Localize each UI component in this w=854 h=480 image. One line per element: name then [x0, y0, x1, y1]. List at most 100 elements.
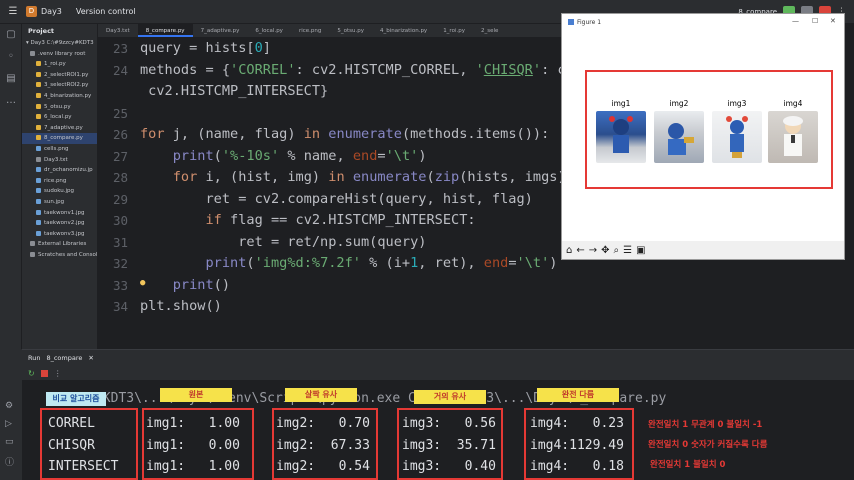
project-file-name: 8_compare.py [44, 135, 83, 142]
pan-icon[interactable]: ✥ [601, 245, 609, 256]
more-tools-icon[interactable]: … [0, 90, 22, 112]
more-actions-icon[interactable]: ⋮ [54, 369, 62, 378]
project-file-item[interactable]: sun.jpg [22, 197, 97, 208]
project-file-item[interactable]: 8_compare.py [22, 133, 97, 144]
project-file-item[interactable]: 3_selectROI2.py [22, 80, 97, 91]
zoom-icon[interactable]: ⌕ [614, 245, 620, 256]
img2-robot-image [654, 111, 704, 163]
project-file-item[interactable]: Scratches and Consol [22, 250, 97, 261]
project-switcher[interactable]: Day3 [41, 7, 62, 16]
close-icon[interactable]: ✕ [830, 17, 836, 25]
code-content[interactable]: query = hists[0] methods = {'CORREL': cv… [140, 38, 574, 314]
editor-tab[interactable]: Day3.txt [98, 24, 138, 37]
home-icon[interactable]: ⌂ [566, 245, 572, 256]
project-root[interactable]: ▾ Day3 C:\#9zzcy#KDT3 [22, 38, 97, 49]
back-icon[interactable]: ← [576, 245, 584, 256]
structure-icon[interactable]: ▤ [0, 68, 22, 90]
figure-app-icon [568, 19, 574, 25]
save-icon[interactable]: ▣ [636, 245, 645, 256]
file-icon [36, 230, 41, 236]
project-file-name: sun.jpg [44, 198, 65, 205]
img1-robot-image [596, 111, 646, 163]
bottom-tool-strip: ⚙ ▷ ▭ ⓘ [0, 349, 22, 480]
figure-title-bar: Figure 1 — ☐ ✕ [562, 14, 844, 30]
label-different: 완전 다름 [537, 388, 619, 402]
project-file-name: cells.png [44, 145, 69, 152]
vcs-menu[interactable]: Version control [76, 7, 136, 16]
label-algorithm: 비교 알고리즘 [46, 392, 106, 406]
img4-label: img4 [783, 99, 803, 108]
project-file-item[interactable]: 6_local.py [22, 112, 97, 123]
run-config-tab[interactable]: 8_compare [46, 354, 82, 362]
problems-icon[interactable]: ⓘ [5, 455, 14, 468]
lightbulb-icon[interactable]: ● [140, 278, 145, 288]
file-icon [30, 50, 35, 56]
img3-label: img3 [727, 99, 747, 108]
project-file-item[interactable]: taekwonv3.jpg [22, 229, 97, 240]
project-file-item[interactable]: cells.png [22, 144, 97, 155]
code-editor[interactable]: 23 24 25 26 27 28 29 30 31 32 33 34 query = hists[0… [98, 38, 574, 349]
stop-run-icon[interactable] [40, 369, 48, 377]
project-file-item[interactable]: Day3.txt [22, 155, 97, 166]
editor-tab[interactable]: 4_binarization.py [372, 24, 435, 37]
project-file-name: Scratches and Consol [38, 251, 97, 258]
terminal-icon[interactable]: ▭ [5, 437, 14, 447]
project-file-name: 7_adaptive.py [44, 124, 83, 131]
line-number: 24 [112, 62, 128, 78]
line-number: 34 [112, 299, 128, 314]
project-panel-title[interactable]: Project [22, 24, 97, 38]
project-file-item[interactable]: External Libraries [22, 239, 97, 250]
project-panel: Project ▾ Day3 C:\#9zzcy#KDT3 .venv libr… [22, 24, 98, 349]
project-file-item[interactable]: .venv library root [22, 49, 97, 60]
project-file-name: 3_selectROI2.py [44, 82, 89, 89]
project-file-name: 5_otsu.py [44, 103, 71, 110]
label-almost-similar: 거의 유사 [414, 390, 486, 404]
editor-tab[interactable]: 7_adaptive.py [193, 24, 248, 37]
hamburger-menu-icon[interactable]: ☰ [0, 6, 26, 17]
project-file-item[interactable]: dr_ochanomizu.jp [22, 165, 97, 176]
project-file-item[interactable]: 5_otsu.py [22, 102, 97, 113]
rerun-icon[interactable]: ↻ [28, 369, 35, 378]
editor-tab[interactable]: 8_compare.py [137, 24, 193, 37]
run-tab-label[interactable]: Run [28, 354, 40, 362]
project-file-item[interactable]: sudoku.jpg [22, 186, 97, 197]
editor-tab[interactable]: 1_roi.py [435, 24, 473, 37]
project-file-item[interactable]: 1_roi.py [22, 59, 97, 70]
maximize-icon[interactable]: ☐ [812, 17, 818, 25]
file-icon [36, 188, 41, 194]
line-number: 27 [112, 148, 128, 164]
editor-tab[interactable]: 6_local.py [247, 24, 291, 37]
line-number: 30 [112, 213, 128, 228]
file-icon [36, 167, 41, 173]
project-file-item[interactable]: 7_adaptive.py [22, 123, 97, 134]
line-number: 33 [112, 277, 128, 293]
close-run-tab-icon[interactable]: ✕ [88, 354, 93, 362]
figure-canvas[interactable]: img1 img2 img3 img4 [562, 30, 844, 241]
editor-tab[interactable]: rice.png [291, 24, 329, 37]
label-original: 원본 [160, 388, 232, 402]
line-number: 29 [112, 191, 128, 207]
folder-icon[interactable]: ▢ [0, 24, 22, 46]
services-icon[interactable]: ⚙ [5, 401, 13, 411]
project-file-name: 4_binarization.py [44, 92, 92, 99]
project-file-item[interactable]: taekwonv2.jpg [22, 218, 97, 229]
editor-tab[interactable]: 2_sele [473, 24, 506, 37]
project-file-item[interactable]: 4_binarization.py [22, 91, 97, 102]
project-file-name: rice.png [44, 177, 67, 184]
configure-icon[interactable]: ☰ [623, 245, 632, 256]
commit-icon[interactable]: ◦ [0, 46, 22, 68]
project-file-name: .venv library root [38, 50, 86, 57]
project-file-item[interactable]: taekwonv1.jpg [22, 208, 97, 219]
editor-tab[interactable]: 5_otsu.py [329, 24, 372, 37]
file-icon [36, 82, 41, 88]
figure-title: Figure 1 [577, 18, 602, 26]
minimize-icon[interactable]: — [792, 17, 799, 25]
project-file-item[interactable]: rice.png [22, 176, 97, 187]
project-file-name: 6_local.py [44, 114, 72, 121]
note-correl: 완전일치 1 무관계 0 불일치 -1 [648, 420, 763, 430]
run-tool-icon[interactable]: ▷ [5, 419, 12, 429]
almost-similar-box [397, 408, 503, 480]
forward-icon[interactable]: → [589, 245, 597, 256]
line-number-gutter: 23 24 25 26 27 28 29 30 31 32 33 34 [98, 38, 128, 349]
project-file-item[interactable]: 2_selectROI1.py [22, 70, 97, 81]
